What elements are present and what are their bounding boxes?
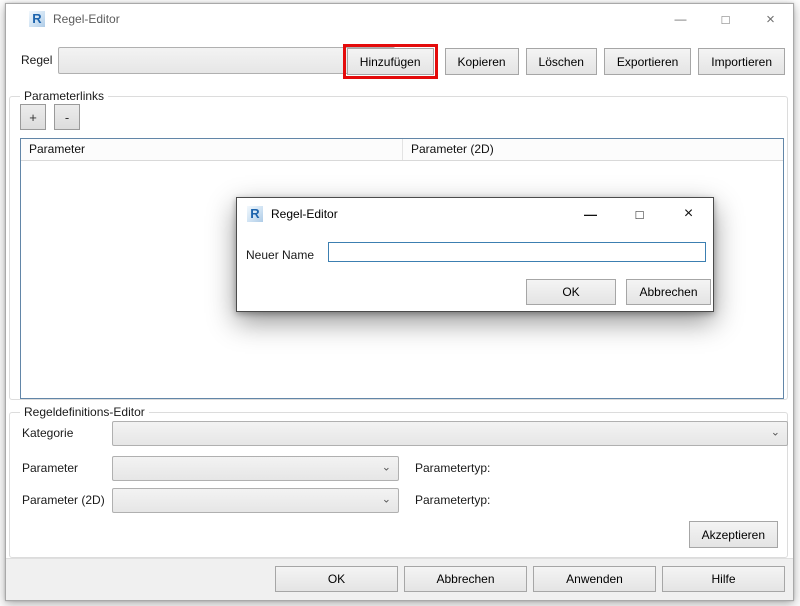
parameter-combobox[interactable]: ⌄ (112, 456, 399, 481)
dialog-ok-button[interactable]: OK (526, 279, 616, 305)
chevron-down-icon: ⌄ (382, 462, 391, 473)
close-icon[interactable]: × (748, 4, 793, 34)
importieren-button[interactable]: Importieren (698, 48, 785, 75)
regeldefinitions-group: Regeldefinitions-Editor Kategorie ⌄ Para… (9, 412, 788, 558)
regel-editor-dialog: R Regel-Editor — □ × Neuer Name OK Abbre… (236, 197, 714, 312)
title-bar: R Regel-Editor — □ × (6, 4, 793, 34)
anwenden-button[interactable]: Anwenden (533, 566, 656, 592)
parametertyp-2d-label: Parametertyp: (415, 493, 490, 507)
loeschen-button[interactable]: Löschen (526, 48, 597, 75)
add-parameterlink-button[interactable]: + (20, 104, 46, 130)
footer-bar: OK Abbrechen Anwenden Hilfe (6, 558, 793, 600)
parameter-2d-label: Parameter (2D) (22, 493, 105, 507)
maximize-icon[interactable]: □ (615, 198, 664, 230)
dialog-title: Regel-Editor (271, 207, 338, 221)
minimize-icon[interactable]: — (566, 198, 615, 230)
parameter-label: Parameter (22, 461, 78, 475)
chevron-down-icon: ⌄ (382, 494, 391, 505)
minimize-icon[interactable]: — (658, 4, 703, 34)
abbrechen-button[interactable]: Abbrechen (404, 566, 527, 592)
table-header: Parameter Parameter (2D) (21, 139, 783, 161)
parameter-2d-combobox[interactable]: ⌄ (112, 488, 399, 513)
ok-button[interactable]: OK (275, 566, 398, 592)
close-icon[interactable]: × (664, 198, 713, 230)
dialog-title-bar: R Regel-Editor — □ × (237, 198, 713, 230)
maximize-icon[interactable]: □ (703, 4, 748, 34)
dialog-abbrechen-button[interactable]: Abbrechen (626, 279, 711, 305)
toolbar-buttons: Hinzufügen Kopieren Löschen Exportieren … (343, 44, 785, 79)
window-title: Regel-Editor (53, 12, 120, 26)
chevron-down-icon: ⌄ (771, 427, 780, 438)
parametertyp-label: Parametertyp: (415, 461, 490, 475)
kategorie-label: Kategorie (22, 426, 73, 440)
table-header-parameter-2d[interactable]: Parameter (2D) (403, 139, 783, 160)
window-controls: — □ × (658, 4, 793, 34)
hinzufuegen-button[interactable]: Hinzufügen (347, 48, 434, 75)
remove-parameterlink-button[interactable]: - (54, 104, 80, 130)
highlight-box: Hinzufügen (343, 44, 438, 79)
kopieren-button[interactable]: Kopieren (445, 48, 519, 75)
kategorie-combobox[interactable]: ⌄ (112, 421, 788, 446)
revit-logo-icon: R (247, 206, 263, 222)
akzeptieren-button[interactable]: Akzeptieren (689, 521, 778, 548)
revit-logo-icon: R (29, 11, 45, 27)
neuer-name-input[interactable] (328, 242, 706, 262)
hilfe-button[interactable]: Hilfe (662, 566, 785, 592)
exportieren-button[interactable]: Exportieren (604, 48, 691, 75)
neuer-name-label: Neuer Name (246, 248, 314, 262)
dialog-window-controls: — □ × (566, 198, 713, 230)
table-header-parameter[interactable]: Parameter (21, 139, 403, 160)
regeldefinitions-group-label: Regeldefinitions-Editor (20, 405, 149, 419)
regel-label: Regel (21, 53, 52, 67)
parameterlinks-group-label: Parameterlinks (20, 89, 108, 103)
